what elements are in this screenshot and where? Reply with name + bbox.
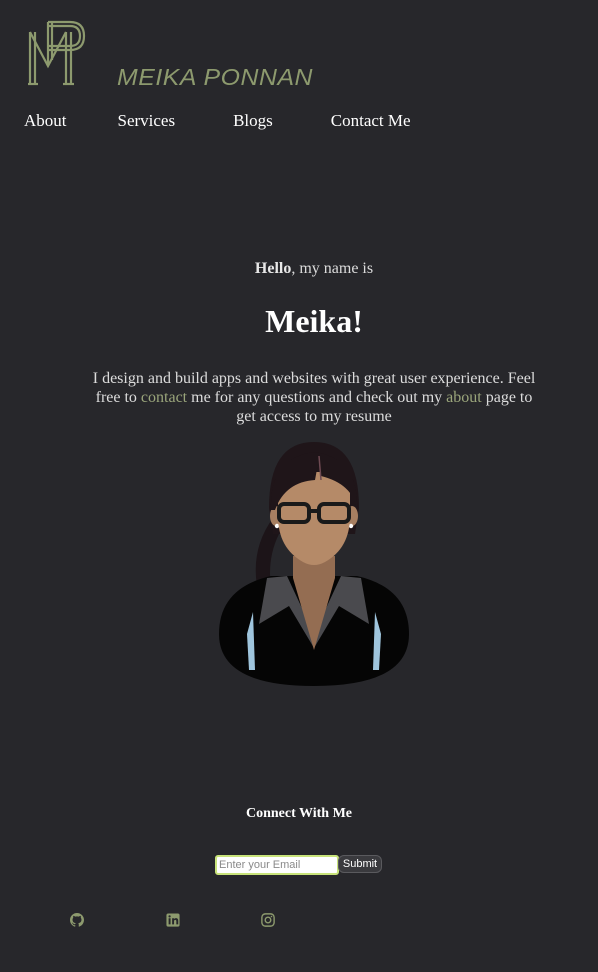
greeting: Hello, my name is: [0, 260, 598, 278]
connect-heading: Connect With Me: [245, 806, 353, 821]
greeting-bold: Hello: [254, 260, 292, 277]
greeting-rest: , my name is: [291, 260, 374, 277]
email-input[interactable]: [215, 855, 339, 875]
nav-item-blogs[interactable]: Blogs: [233, 111, 273, 131]
contact-link[interactable]: contact: [141, 389, 187, 406]
main-nav: About Services Blogs Contact Me: [24, 111, 411, 131]
instagram-icon[interactable]: [261, 913, 275, 927]
nav-item-about[interactable]: About: [24, 111, 67, 131]
linkedin-icon[interactable]: [166, 913, 180, 927]
github-icon[interactable]: [70, 913, 84, 927]
intro-part-2: me for any questions and check out my: [187, 389, 447, 406]
submit-button[interactable]: Submit: [338, 855, 382, 873]
nav-item-contact-me[interactable]: Contact Me: [331, 111, 411, 131]
about-link[interactable]: about: [446, 389, 482, 406]
mp-monogram-icon[interactable]: [26, 18, 88, 90]
avatar: [219, 442, 409, 686]
brand-name[interactable]: MEIKA PONNAN: [117, 64, 313, 91]
nav-item-services[interactable]: Services: [118, 111, 176, 131]
hero-name: Meika!: [265, 303, 363, 339]
intro-text: I design and build apps and websites wit…: [86, 369, 542, 426]
